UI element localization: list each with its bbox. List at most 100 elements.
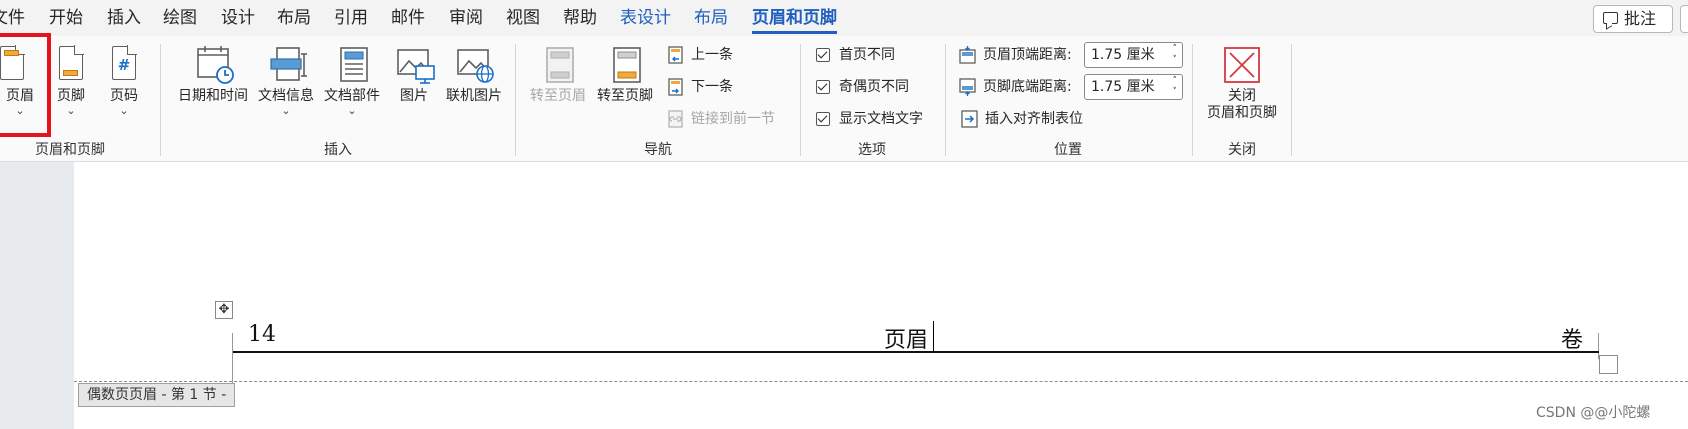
comment-button[interactable]: 批注 xyxy=(1593,5,1673,33)
spin-down-icon[interactable]: ˅ xyxy=(1173,88,1178,97)
next-section-icon xyxy=(668,78,683,96)
share-button[interactable] xyxy=(1680,5,1688,33)
header-top-distance-input[interactable]: 1.75 厘米 ˄ ˅ xyxy=(1084,42,1183,68)
comment-button-label: 批注 xyxy=(1624,9,1657,28)
group-label-insert: 插入 xyxy=(324,142,352,158)
tab-home[interactable]: 开始 xyxy=(49,0,83,36)
doc-info-icon xyxy=(268,46,307,84)
tab-table-layout[interactable]: 布局 xyxy=(694,0,728,36)
footer-button[interactable]: 页脚 ⌄ xyxy=(51,45,91,117)
next-button[interactable]: 下一条 xyxy=(667,76,733,98)
chevron-down-icon: ⌄ xyxy=(66,104,76,117)
close-icon xyxy=(1222,46,1262,84)
page-number-icon: # xyxy=(106,45,142,84)
tab-view[interactable]: 视图 xyxy=(506,0,540,36)
header-top-distance-value: 1.75 厘米 xyxy=(1091,47,1155,63)
cell-end-marker xyxy=(1599,355,1618,374)
footer-bottom-distance-input[interactable]: 1.75 厘米 ˄ ˅ xyxy=(1084,74,1183,100)
different-odd-even-checkbox[interactable]: 奇偶页不同 xyxy=(815,76,909,98)
spin-up-icon[interactable]: ˄ xyxy=(1173,77,1178,86)
goto-footer-icon xyxy=(607,46,643,84)
ribbon: 页眉 ⌄ 页脚 ⌄ # 页码 ⌄ 页眉和页脚 日期和时间 文档信息 ⌄ 文档部件… xyxy=(0,36,1688,162)
next-button-label: 下一条 xyxy=(691,79,733,95)
checkbox-checked-icon xyxy=(816,112,830,126)
goto-footer-button[interactable]: 转至页脚 xyxy=(593,46,657,105)
chevron-down-icon: ⌄ xyxy=(281,104,291,117)
group-label-close: 关闭 xyxy=(1228,142,1256,158)
spin-up-icon[interactable]: ˄ xyxy=(1173,45,1178,54)
previous-button-label: 上一条 xyxy=(691,47,733,63)
footer-bottom-distance-value: 1.75 厘米 xyxy=(1091,79,1155,95)
footer-bottom-distance-icon xyxy=(959,78,976,96)
header-top-distance-icon xyxy=(959,46,976,64)
page-footer-icon xyxy=(53,45,89,84)
goto-header-icon xyxy=(540,46,576,84)
calendar-clock-icon xyxy=(195,46,234,84)
picture-button[interactable]: 图片 xyxy=(392,46,436,105)
alignment-tab-icon xyxy=(961,110,978,128)
group-label-navigation: 导航 xyxy=(644,142,672,158)
close-header-footer-button[interactable]: 关闭 页眉和页脚 xyxy=(1202,46,1282,122)
previous-section-icon xyxy=(668,46,683,64)
tab-draw[interactable]: 绘图 xyxy=(163,0,197,36)
header-right-text[interactable]: 卷 xyxy=(1561,322,1583,354)
group-label-header-footer: 页眉和页脚 xyxy=(35,142,105,158)
header-bottom-border xyxy=(233,351,1599,353)
insert-alignment-tab-label: 插入对齐制表位 xyxy=(985,111,1083,127)
tab-references[interactable]: 引用 xyxy=(334,0,368,36)
header-left-text[interactable]: 14 xyxy=(248,322,276,347)
insert-alignment-tab-button[interactable]: 插入对齐制表位 xyxy=(961,108,1083,130)
goto-header-button-label: 转至页眉 xyxy=(530,88,586,104)
tab-table-design[interactable]: 表设计 xyxy=(620,0,671,36)
doc-parts-button-label: 文档部件 xyxy=(324,88,380,104)
header-center-text[interactable]: 页眉 xyxy=(884,322,928,354)
comment-icon xyxy=(1603,12,1618,24)
doc-parts-button[interactable]: 文档部件 ⌄ xyxy=(320,46,384,116)
close-button-label-line2: 页眉和页脚 xyxy=(1207,105,1277,121)
group-separator xyxy=(515,44,516,156)
tab-mailings[interactable]: 邮件 xyxy=(391,0,425,36)
group-separator xyxy=(945,44,946,156)
link-previous-button[interactable]: 链接到前一节 xyxy=(667,108,775,130)
doc-info-button[interactable]: 文档信息 ⌄ xyxy=(254,46,318,116)
footer-bottom-distance-label: 页脚底端距离: xyxy=(959,76,1072,98)
tab-design[interactable]: 设计 xyxy=(221,0,255,36)
tab-insert[interactable]: 插入 xyxy=(107,0,141,36)
different-first-page-checkbox[interactable]: 首页不同 xyxy=(815,44,895,66)
document-page[interactable] xyxy=(74,162,1688,429)
chevron-down-icon: ⌄ xyxy=(119,104,129,117)
table-move-handle-icon[interactable]: ✥ xyxy=(215,301,233,319)
page-number-button[interactable]: # 页码 ⌄ xyxy=(104,45,144,117)
goto-header-button[interactable]: 转至页眉 xyxy=(527,46,589,105)
text-cursor xyxy=(933,321,934,351)
show-document-text-label: 显示文档文字 xyxy=(839,111,923,127)
group-separator xyxy=(1291,44,1292,156)
group-separator xyxy=(1192,44,1193,156)
checkbox-checked-icon xyxy=(816,48,830,62)
date-time-button-label: 日期和时间 xyxy=(178,88,248,104)
date-time-button[interactable]: 日期和时间 xyxy=(172,46,254,105)
header-section-boundary xyxy=(74,381,1688,382)
spin-down-icon[interactable]: ˅ xyxy=(1173,56,1178,65)
tab-file[interactable]: 文件 xyxy=(0,0,25,36)
checkbox-checked-icon xyxy=(816,80,830,94)
goto-footer-button-label: 转至页脚 xyxy=(597,88,653,104)
tab-review[interactable]: 审阅 xyxy=(449,0,483,36)
group-label-position: 位置 xyxy=(1054,142,1082,158)
online-picture-button[interactable]: 联机图片 xyxy=(441,46,507,105)
previous-button[interactable]: 上一条 xyxy=(667,44,733,66)
doc-info-button-label: 文档信息 xyxy=(258,88,314,104)
show-document-text-checkbox[interactable]: 显示文档文字 xyxy=(815,108,923,130)
online-picture-icon xyxy=(456,46,494,84)
document-left-margin xyxy=(0,162,74,429)
tab-layout[interactable]: 布局 xyxy=(277,0,311,36)
tab-help[interactable]: 帮助 xyxy=(563,0,597,36)
online-picture-button-label: 联机图片 xyxy=(446,88,502,104)
highlight-box xyxy=(0,33,51,137)
page-number-button-label: 页码 xyxy=(110,88,138,104)
header-left-boundary xyxy=(232,333,233,383)
link-icon xyxy=(668,110,683,128)
footer-button-label: 页脚 xyxy=(57,88,85,104)
tab-header-footer[interactable]: 页眉和页脚 xyxy=(752,0,837,36)
group-label-options: 选项 xyxy=(858,142,886,158)
